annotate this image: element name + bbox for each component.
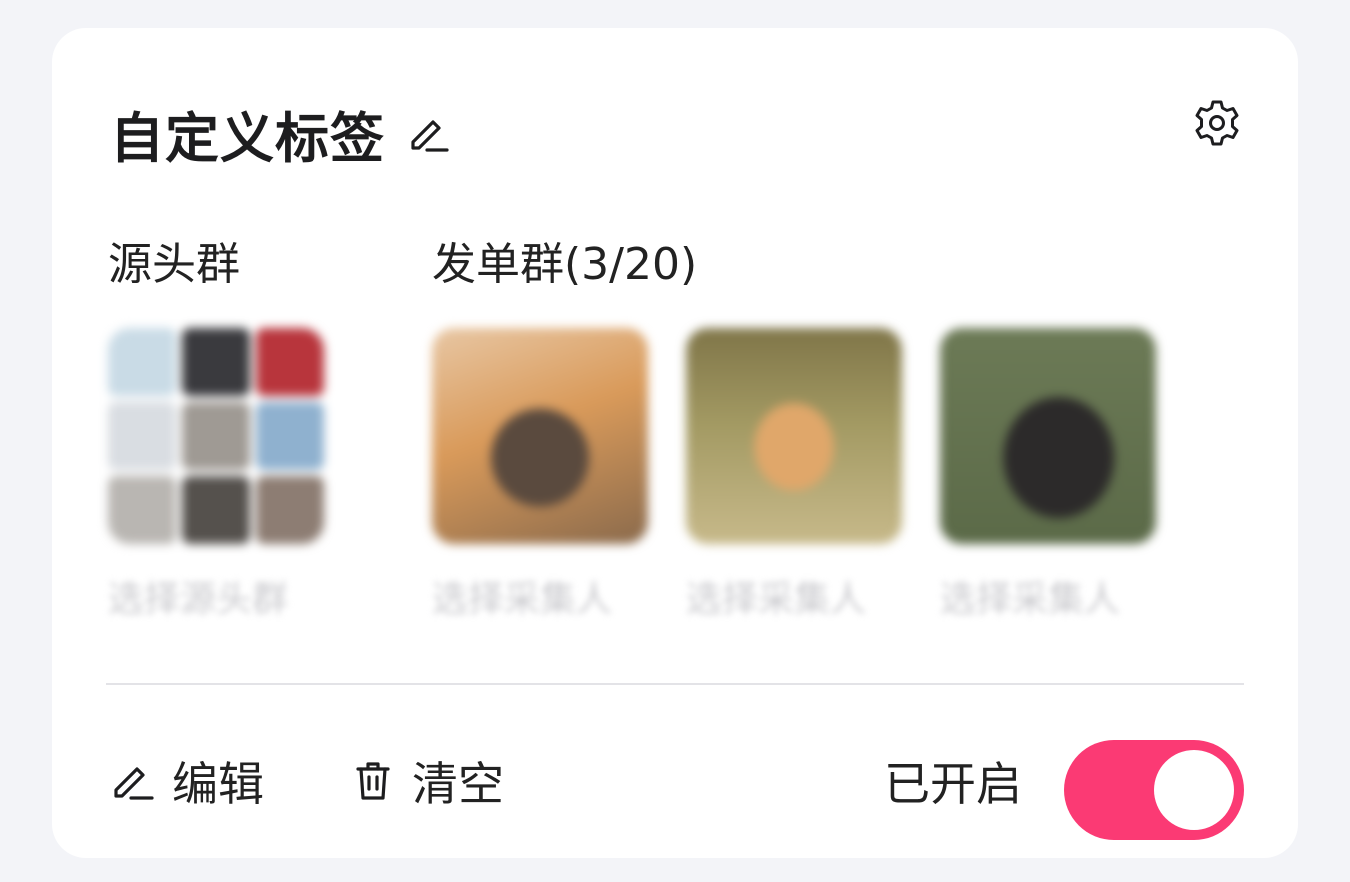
send-group-caption: 选择采集人 bbox=[940, 579, 1121, 620]
status-label: 已开启 bbox=[884, 757, 1022, 811]
trash-icon bbox=[356, 762, 390, 800]
custom-tag-card: 自定义标签 源头群 发单群(3/20) 选择源头群 选择采集人 选择采集人 选择… bbox=[52, 28, 1298, 858]
source-group-caption: 选择源头群 bbox=[108, 579, 289, 620]
send-group-caption: 选择采集人 bbox=[432, 579, 613, 620]
divider bbox=[106, 683, 1244, 685]
toggle-knob bbox=[1154, 750, 1234, 830]
card-header: 自定义标签 bbox=[110, 94, 451, 173]
send-group-avatar[interactable] bbox=[940, 328, 1156, 544]
source-group-avatar[interactable] bbox=[108, 328, 324, 544]
edit-button-label: 编辑 bbox=[172, 757, 264, 811]
edit-button[interactable]: 编辑 bbox=[110, 748, 264, 814]
card-title: 自定义标签 bbox=[110, 107, 385, 170]
pencil-icon[interactable] bbox=[407, 112, 451, 156]
enable-toggle[interactable] bbox=[1064, 740, 1244, 840]
clear-button-label: 清空 bbox=[412, 757, 504, 811]
send-group-caption: 选择采集人 bbox=[686, 579, 867, 620]
clear-button[interactable]: 清空 bbox=[350, 748, 504, 814]
send-group-avatar[interactable] bbox=[432, 328, 648, 544]
gear-icon[interactable] bbox=[1192, 98, 1242, 148]
pencil-icon bbox=[114, 767, 154, 800]
send-group-label: 发单群(3/20) bbox=[432, 239, 698, 290]
send-group-avatar[interactable] bbox=[686, 328, 902, 544]
card-footer: 编辑 清空 已开启 bbox=[52, 740, 1298, 840]
source-group-label: 源头群 bbox=[108, 239, 240, 290]
